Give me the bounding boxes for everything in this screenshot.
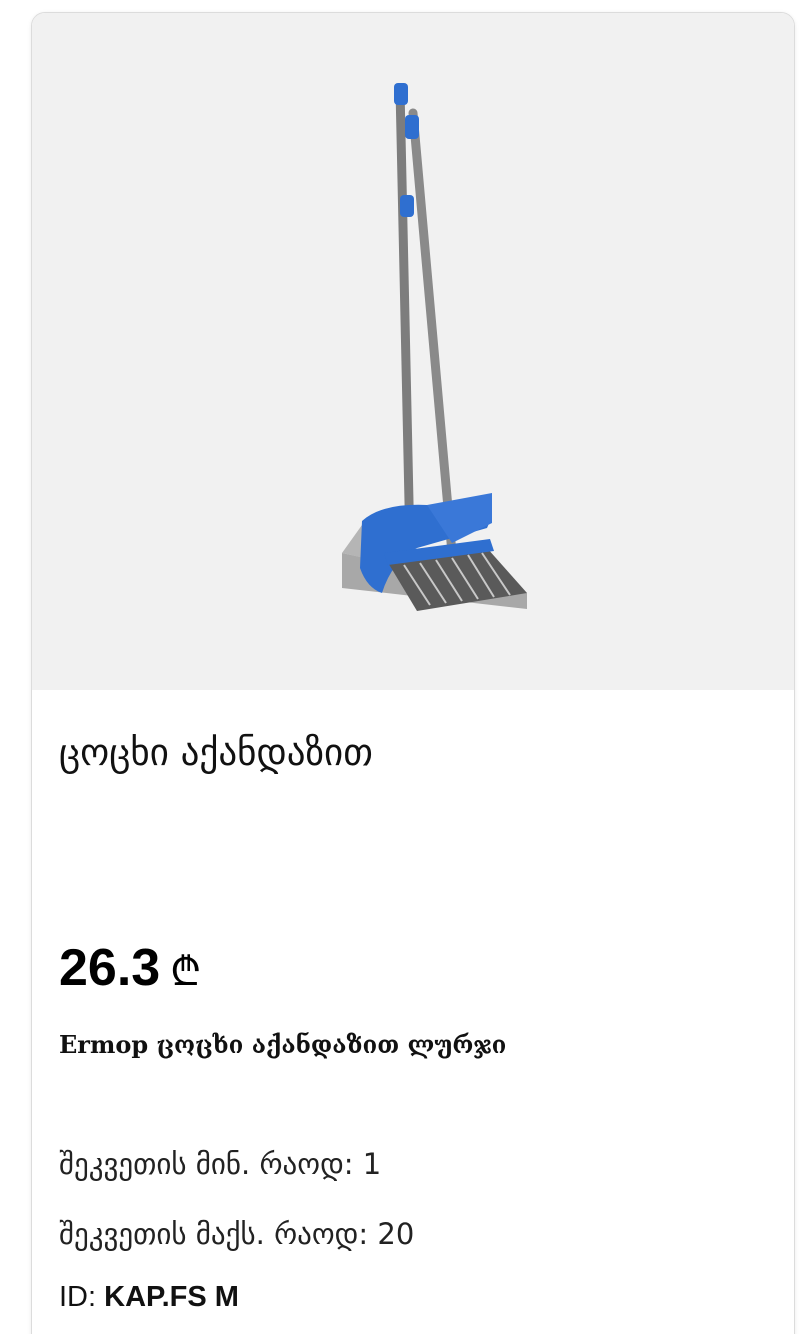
currency-lari-symbol: ₾ bbox=[170, 949, 202, 995]
price: 26.3 ₾ bbox=[59, 938, 201, 998]
order-max-value: 20 bbox=[377, 1217, 415, 1251]
order-max-label: შეკვეთის მაქს. რაოდ: bbox=[59, 1217, 369, 1251]
product-title[interactable]: ცოცხი აქანდაზით bbox=[59, 729, 373, 777]
product-image[interactable] bbox=[32, 13, 794, 690]
product-card[interactable]: ცოცხი აქანდაზით 26.3 ₾ Ermop ცოცხი აქანდა… bbox=[31, 12, 795, 1334]
product-id-value: KAP.FS M bbox=[104, 1281, 239, 1313]
order-min-quantity: შეკვეთის მინ. რაოდ: 1 bbox=[59, 1144, 381, 1184]
order-max-quantity: შეკვეთის მაქს. რაოდ: 20 bbox=[59, 1214, 414, 1254]
product-description: Ermop ცოცხი აქანდაზით ლურჯი bbox=[59, 1030, 507, 1059]
order-min-label: შეკვეთის მინ. რაოდ: bbox=[59, 1147, 354, 1181]
broom-dustpan-illustration bbox=[342, 83, 527, 611]
price-value: 26.3 bbox=[59, 939, 161, 997]
product-id-label: ID: bbox=[59, 1281, 97, 1313]
order-min-value: 1 bbox=[362, 1147, 382, 1181]
product-id: ID: KAP.FS M bbox=[59, 1277, 239, 1317]
